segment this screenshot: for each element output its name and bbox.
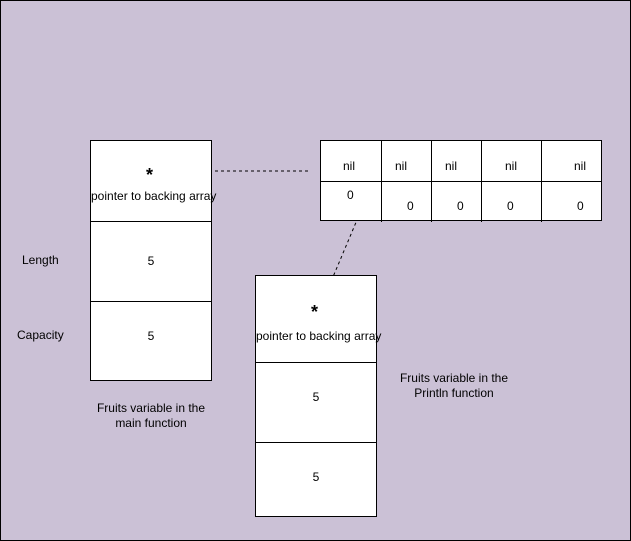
main-pointer-label: pointer to backing array bbox=[91, 189, 217, 203]
array-cell: nil bbox=[541, 141, 603, 181]
println-capacity-cell: 5 bbox=[256, 442, 376, 518]
array-cell: nil bbox=[321, 141, 381, 181]
println-pointer-cell: * pointer to backing array bbox=[256, 276, 382, 362]
array-nil-value: nil bbox=[574, 159, 587, 173]
println-length-value: 5 bbox=[312, 390, 320, 404]
array-cell: 0 bbox=[321, 182, 381, 222]
array-zero-value: 0 bbox=[507, 199, 514, 213]
println-caption: Fruits variable in the Println function bbox=[384, 371, 524, 401]
array-top-row: nil nil nil nil nil bbox=[321, 141, 601, 181]
array-cell: nil bbox=[481, 141, 541, 181]
main-caption-line1: Fruits variable in the bbox=[96, 401, 206, 415]
array-cell: 0 bbox=[381, 182, 431, 222]
main-caption-line2: main function bbox=[115, 416, 187, 430]
main-pointer-star: * bbox=[146, 165, 154, 185]
array-cell: nil bbox=[431, 141, 481, 181]
array-bottom-row: 0 0 0 0 0 bbox=[321, 181, 601, 222]
array-zero-value: 0 bbox=[347, 188, 354, 202]
main-length-value: 5 bbox=[147, 254, 155, 268]
main-capacity-value: 5 bbox=[147, 329, 155, 343]
array-cell: nil bbox=[381, 141, 431, 181]
main-length-cell: 5 bbox=[91, 221, 211, 301]
main-caption: Fruits variable in the main function bbox=[81, 401, 221, 431]
println-caption-line2: Println function bbox=[414, 386, 494, 400]
array-zero-value: 0 bbox=[577, 199, 584, 213]
array-cell: 0 bbox=[431, 182, 481, 222]
array-nil-value: nil bbox=[343, 159, 356, 173]
capacity-label: Capacity bbox=[17, 328, 64, 342]
println-length-cell: 5 bbox=[256, 362, 376, 442]
println-capacity-value: 5 bbox=[312, 470, 320, 484]
println-slice-header: * pointer to backing array 5 5 bbox=[255, 275, 382, 518]
array-nil-value: nil bbox=[395, 159, 408, 173]
length-label: Length bbox=[22, 253, 59, 267]
println-pointer-label: pointer to backing array bbox=[256, 329, 382, 343]
array-zero-value: 0 bbox=[407, 199, 414, 213]
main-capacity-cell: 5 bbox=[91, 301, 211, 381]
array-cell: 0 bbox=[541, 182, 603, 222]
array-nil-value: nil bbox=[505, 159, 518, 173]
array-zero-value: 0 bbox=[457, 199, 464, 213]
println-caption-line1: Fruits variable in the bbox=[399, 371, 509, 385]
diagram-canvas: * pointer to backing array 5 5 Length Ca… bbox=[0, 0, 631, 541]
array-nil-value: nil bbox=[445, 159, 458, 173]
main-slice-header: * pointer to backing array 5 5 bbox=[90, 140, 217, 381]
array-cell: 0 bbox=[481, 182, 541, 222]
backing-array: nil nil nil nil nil 0 0 0 0 0 bbox=[320, 140, 602, 222]
println-pointer-star: * bbox=[311, 302, 319, 322]
main-pointer-cell: * pointer to backing array bbox=[91, 141, 217, 221]
